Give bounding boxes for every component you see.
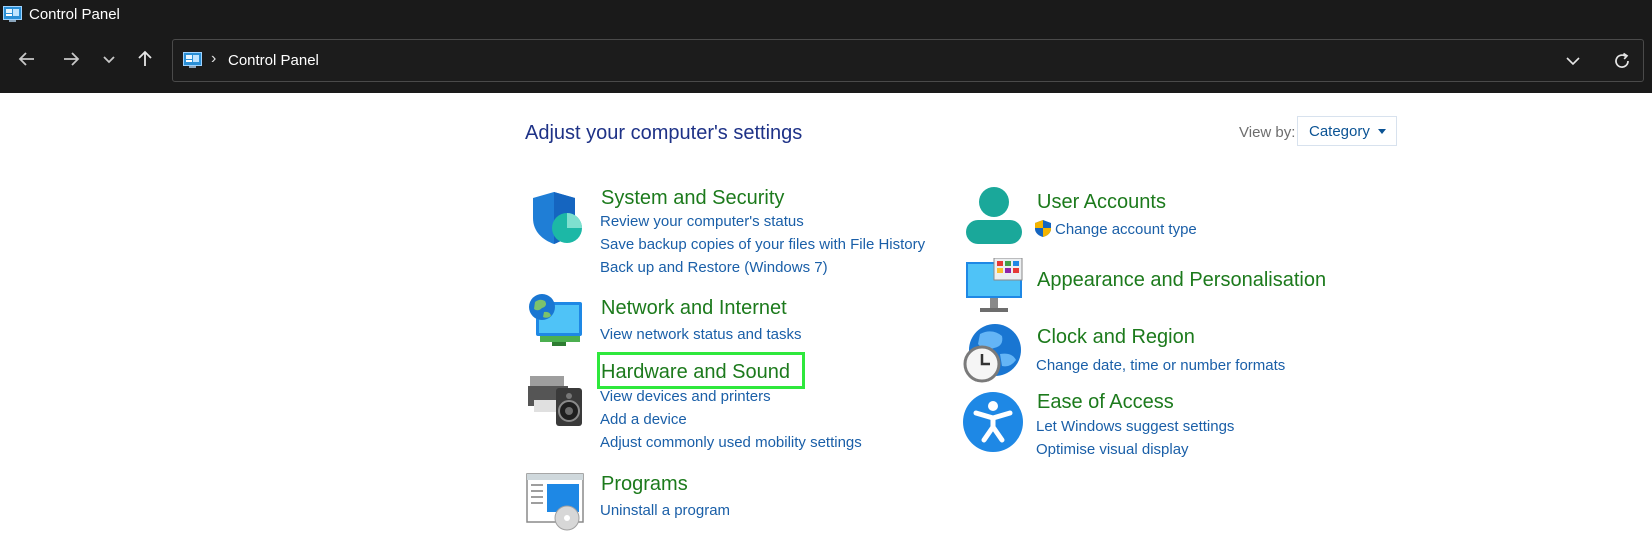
category-ease-of-access[interactable]: Ease of Access — [1037, 391, 1174, 414]
link-backup-restore[interactable]: Back up and Restore (Windows 7) — [600, 259, 828, 276]
category-user-accounts[interactable]: User Accounts — [1037, 191, 1166, 214]
user-accounts-icon — [966, 187, 1022, 244]
address-bar[interactable]: › Control Panel — [172, 39, 1644, 82]
arrow-right-icon — [64, 52, 80, 66]
link-add-device[interactable]: Add a device — [600, 411, 687, 428]
link-review-computer-status[interactable]: Review your computer's status — [600, 213, 804, 230]
view-by-value: Category — [1309, 123, 1370, 140]
programs-icon — [526, 473, 584, 531]
link-file-history-backup[interactable]: Save backup copies of your files with Fi… — [600, 236, 925, 253]
breadcrumb-separator-icon: › — [211, 50, 217, 67]
title-bar: Control Panel — [0, 0, 1652, 30]
back-button[interactable] — [13, 45, 41, 73]
view-by-dropdown[interactable]: Category — [1297, 116, 1397, 146]
control-panel-icon — [3, 6, 22, 22]
recent-locations-button[interactable] — [95, 45, 123, 73]
page-heading: Adjust your computer's settings — [525, 122, 803, 144]
link-optimise-visual-display[interactable]: Optimise visual display — [1036, 441, 1189, 458]
link-windows-suggest-settings[interactable]: Let Windows suggest settings — [1036, 418, 1234, 435]
shield-icon — [533, 192, 582, 244]
arrow-left-icon — [18, 52, 34, 66]
appearance-monitor-icon — [966, 258, 1023, 312]
control-panel-icon — [183, 52, 202, 68]
arrow-up-icon — [138, 50, 152, 66]
link-change-date-time-formats[interactable]: Change date, time or number formats — [1036, 357, 1285, 374]
link-view-devices-printers[interactable]: View devices and printers — [600, 388, 771, 405]
forward-button[interactable] — [57, 45, 85, 73]
uac-shield-icon — [1035, 220, 1051, 237]
link-uninstall-program[interactable]: Uninstall a program — [600, 502, 730, 519]
breadcrumb-control-panel[interactable]: Control Panel — [228, 52, 319, 69]
link-view-network-status[interactable]: View network status and tasks — [600, 326, 802, 343]
category-network-and-internet[interactable]: Network and Internet — [601, 297, 787, 320]
navigation-bar: › Control Panel — [0, 30, 1652, 93]
category-system-and-security[interactable]: System and Security — [601, 187, 784, 210]
link-mobility-settings[interactable]: Adjust commonly used mobility settings — [600, 434, 862, 451]
chevron-down-icon — [1566, 57, 1580, 66]
category-appearance-and-personalisation[interactable]: Appearance and Personalisation — [1037, 269, 1326, 292]
caret-down-icon — [1378, 129, 1386, 134]
refresh-button[interactable] — [1611, 50, 1633, 77]
category-clock-and-region[interactable]: Clock and Region — [1037, 326, 1195, 349]
link-change-account-type[interactable]: Change account type — [1055, 221, 1197, 238]
chevron-down-icon — [103, 56, 115, 64]
printer-speaker-icon — [528, 376, 582, 426]
refresh-icon — [1615, 52, 1629, 68]
category-programs[interactable]: Programs — [601, 473, 688, 496]
hardware-and-sound-highlight — [597, 352, 805, 389]
up-button[interactable] — [131, 45, 159, 73]
clock-globe-icon — [963, 324, 1021, 383]
ease-of-access-icon — [963, 392, 1023, 452]
view-by-label: View by: — [1239, 124, 1296, 141]
window-title: Control Panel — [29, 6, 120, 23]
address-dropdown-button[interactable] — [1565, 53, 1581, 74]
network-globe-icon — [529, 294, 582, 346]
